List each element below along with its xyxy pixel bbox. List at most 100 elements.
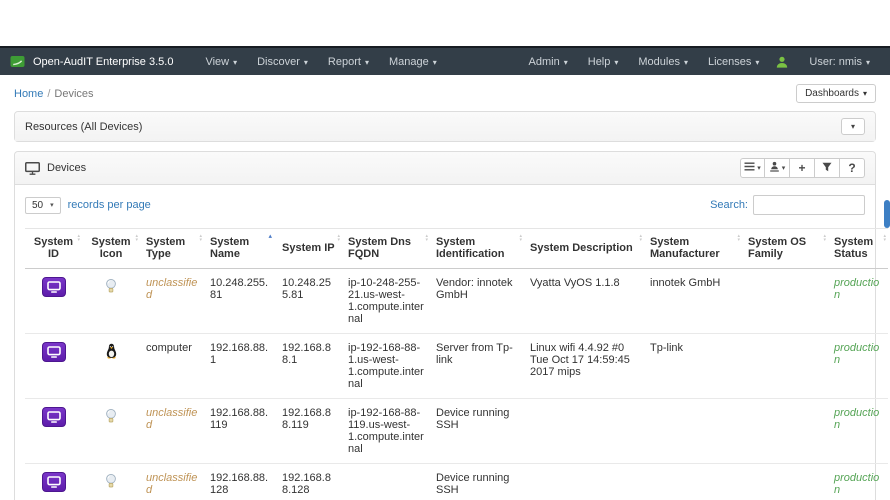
chevron-down-icon: ▾ xyxy=(433,58,437,67)
system-os-family-cell xyxy=(742,334,828,399)
help-button[interactable]: ? xyxy=(840,158,865,178)
filter-icon xyxy=(822,162,832,175)
column-header-system-type[interactable]: System Type▴▾ xyxy=(140,229,204,269)
chevron-down-icon: ▾ xyxy=(755,58,759,67)
sort-icon: ▴▾ xyxy=(337,234,340,242)
device-icon-cell xyxy=(82,399,140,464)
sort-icon: ▴▾ xyxy=(519,234,522,242)
sort-icon: ▴▾ xyxy=(199,234,202,242)
system-manufacturer-cell: innotek GmbH xyxy=(644,269,742,334)
list-menu-button[interactable]: ▾ xyxy=(740,158,765,178)
column-header-system-dns-fqdn[interactable]: System Dns FQDN▴▾ xyxy=(342,229,430,269)
column-header-system-os-family[interactable]: System OS Family▴▾ xyxy=(742,229,828,269)
chevron-down-icon: ▾ xyxy=(866,58,870,67)
device-view-button[interactable] xyxy=(42,407,66,427)
lightbulb-icon xyxy=(105,278,117,294)
top-navbar: Open-AudIT Enterprise 3.5.0 View▾ Discov… xyxy=(0,46,890,75)
page: Open-AudIT Enterprise 3.5.0 View▾ Discov… xyxy=(0,0,890,500)
column-header-system-status[interactable]: System Status▴▾ xyxy=(828,229,888,269)
dashboards-button[interactable]: Dashboards ▾ xyxy=(796,84,876,103)
chevron-down-icon: ▾ xyxy=(365,58,369,67)
app-title[interactable]: Open-AudIT Enterprise 3.5.0 xyxy=(33,56,173,68)
column-header-system-identification[interactable]: System Identification▴▾ xyxy=(430,229,524,269)
tux-penguin-icon xyxy=(105,343,118,359)
devices-panel-title: Devices xyxy=(47,162,86,174)
device-view-cell xyxy=(25,269,82,334)
system-manufacturer-cell xyxy=(644,464,742,500)
system-type-cell: unclassified xyxy=(140,269,204,334)
system-type-cell: unclassified xyxy=(140,464,204,500)
chevron-down-icon: ▾ xyxy=(851,122,855,131)
system-name-cell: 192.168.88.119 xyxy=(204,399,276,464)
plus-icon: + xyxy=(798,161,805,175)
system-identification-cell: Server from Tp-link xyxy=(430,334,524,399)
system-os-family-cell xyxy=(742,269,828,334)
chevron-down-icon: ▾ xyxy=(304,58,308,67)
export-menu-button[interactable]: ▾ xyxy=(765,158,790,178)
scrollbar-thumb[interactable] xyxy=(884,200,890,228)
column-header-system-ip[interactable]: System IP▴▾ xyxy=(276,229,342,269)
filter-button[interactable] xyxy=(815,158,840,178)
column-header-system-description[interactable]: System Description▴▾ xyxy=(524,229,644,269)
device-view-button[interactable] xyxy=(42,277,66,297)
menu-admin[interactable]: Admin▾ xyxy=(520,52,577,72)
column-header-system-manufacturer[interactable]: System Manufacturer▴▾ xyxy=(644,229,742,269)
system-type-cell: computer xyxy=(140,334,204,399)
devices-toolbar: ▾ ▾ + ? xyxy=(740,158,865,178)
breadcrumb-separator: / xyxy=(47,88,50,100)
sort-icon: ▴▾ xyxy=(77,234,80,242)
sort-icon: ▴▾ xyxy=(737,234,740,242)
system-name-cell: 192.168.88.1 xyxy=(204,334,276,399)
table-body: unclassified10.248.255.8110.248.255.81ip… xyxy=(25,269,888,500)
menu-help[interactable]: Help▾ xyxy=(579,52,628,72)
user-icon[interactable] xyxy=(775,55,789,69)
device-icon-cell xyxy=(82,334,140,399)
chevron-down-icon: ▾ xyxy=(684,58,688,67)
chevron-down-icon: ▾ xyxy=(863,89,867,98)
records-per-page-select[interactable]: 50 ▾ xyxy=(25,197,61,214)
column-header-system-name[interactable]: System Name▴ xyxy=(204,229,276,269)
system-description-cell xyxy=(524,464,644,500)
device-view-button[interactable] xyxy=(42,342,66,362)
system-status-cell: production xyxy=(828,464,888,500)
breadcrumb-current: Devices xyxy=(54,88,93,100)
sort-icon: ▴▾ xyxy=(823,234,826,242)
menu-manage[interactable]: Manage▾ xyxy=(380,52,446,72)
menu-view[interactable]: View▾ xyxy=(196,52,246,72)
resources-collapse-button[interactable]: ▾ xyxy=(841,118,865,135)
create-device-button[interactable]: + xyxy=(790,158,815,178)
system-os-family-cell xyxy=(742,399,828,464)
sort-icon: ▴▾ xyxy=(135,234,138,242)
system-ip-cell: 10.248.255.81 xyxy=(276,269,342,334)
column-header-system-icon[interactable]: System Icon▴▾ xyxy=(82,229,140,269)
menu-modules[interactable]: Modules▾ xyxy=(629,52,697,72)
menu-licenses[interactable]: Licenses▾ xyxy=(699,52,768,72)
device-view-cell xyxy=(25,464,82,500)
system-description-cell: Vyatta VyOS 1.1.8 xyxy=(524,269,644,334)
system-ip-cell: 192.168.88.119 xyxy=(276,399,342,464)
device-view-cell xyxy=(25,399,82,464)
device-icon-cell xyxy=(82,269,140,334)
system-manufacturer-cell: Tp-link xyxy=(644,334,742,399)
monitor-icon xyxy=(25,162,40,175)
table-header-row: System ID▴▾System Icon▴▾System Type▴▾Sys… xyxy=(25,229,888,269)
system-type-cell: unclassified xyxy=(140,399,204,464)
search-input[interactable] xyxy=(753,195,865,215)
menu-user[interactable]: User: nmis▾ xyxy=(800,52,879,72)
menu-discover[interactable]: Discover▾ xyxy=(248,52,317,72)
system-status-cell: production xyxy=(828,269,888,334)
device-row: unclassified10.248.255.8110.248.255.81ip… xyxy=(25,269,888,334)
device-view-button[interactable] xyxy=(42,472,66,492)
system-fqdn-cell: ip-192-168-88-119.us-west-1.compute.inte… xyxy=(342,399,430,464)
column-header-system-id[interactable]: System ID▴▾ xyxy=(25,229,82,269)
system-fqdn-cell: ip-192-168-88-1.us-west-1.compute.intern… xyxy=(342,334,430,399)
chevron-down-icon: ▾ xyxy=(782,164,786,172)
breadcrumb-home-link[interactable]: Home xyxy=(14,88,43,100)
chevron-down-icon: ▾ xyxy=(50,201,54,209)
sort-icon: ▴▾ xyxy=(639,234,642,242)
menu-report[interactable]: Report▾ xyxy=(319,52,378,72)
search-label: Search: xyxy=(710,199,748,211)
system-status-cell: production xyxy=(828,334,888,399)
devices-panel-header: Devices ▾ ▾ + ? xyxy=(15,152,875,185)
breadcrumb: Home / Devices Dashboards ▾ xyxy=(14,75,876,111)
